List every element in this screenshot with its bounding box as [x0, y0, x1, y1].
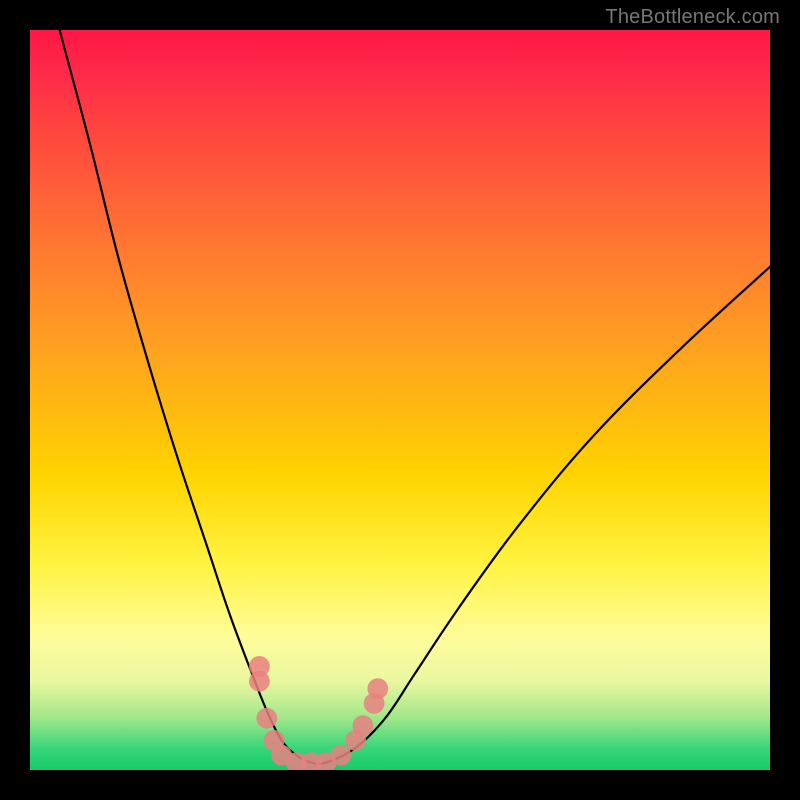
plot-area: [30, 30, 770, 770]
data-marker: [353, 715, 374, 736]
data-marker: [330, 745, 351, 766]
data-marker: [249, 671, 270, 692]
marker-group: [249, 656, 388, 770]
watermark-text: TheBottleneck.com: [605, 6, 780, 29]
data-marker: [256, 708, 277, 729]
bottleneck-curve-path: [60, 30, 770, 764]
data-marker: [367, 678, 388, 699]
chart-svg: [30, 30, 770, 770]
chart-frame: TheBottleneck.com: [0, 0, 800, 800]
